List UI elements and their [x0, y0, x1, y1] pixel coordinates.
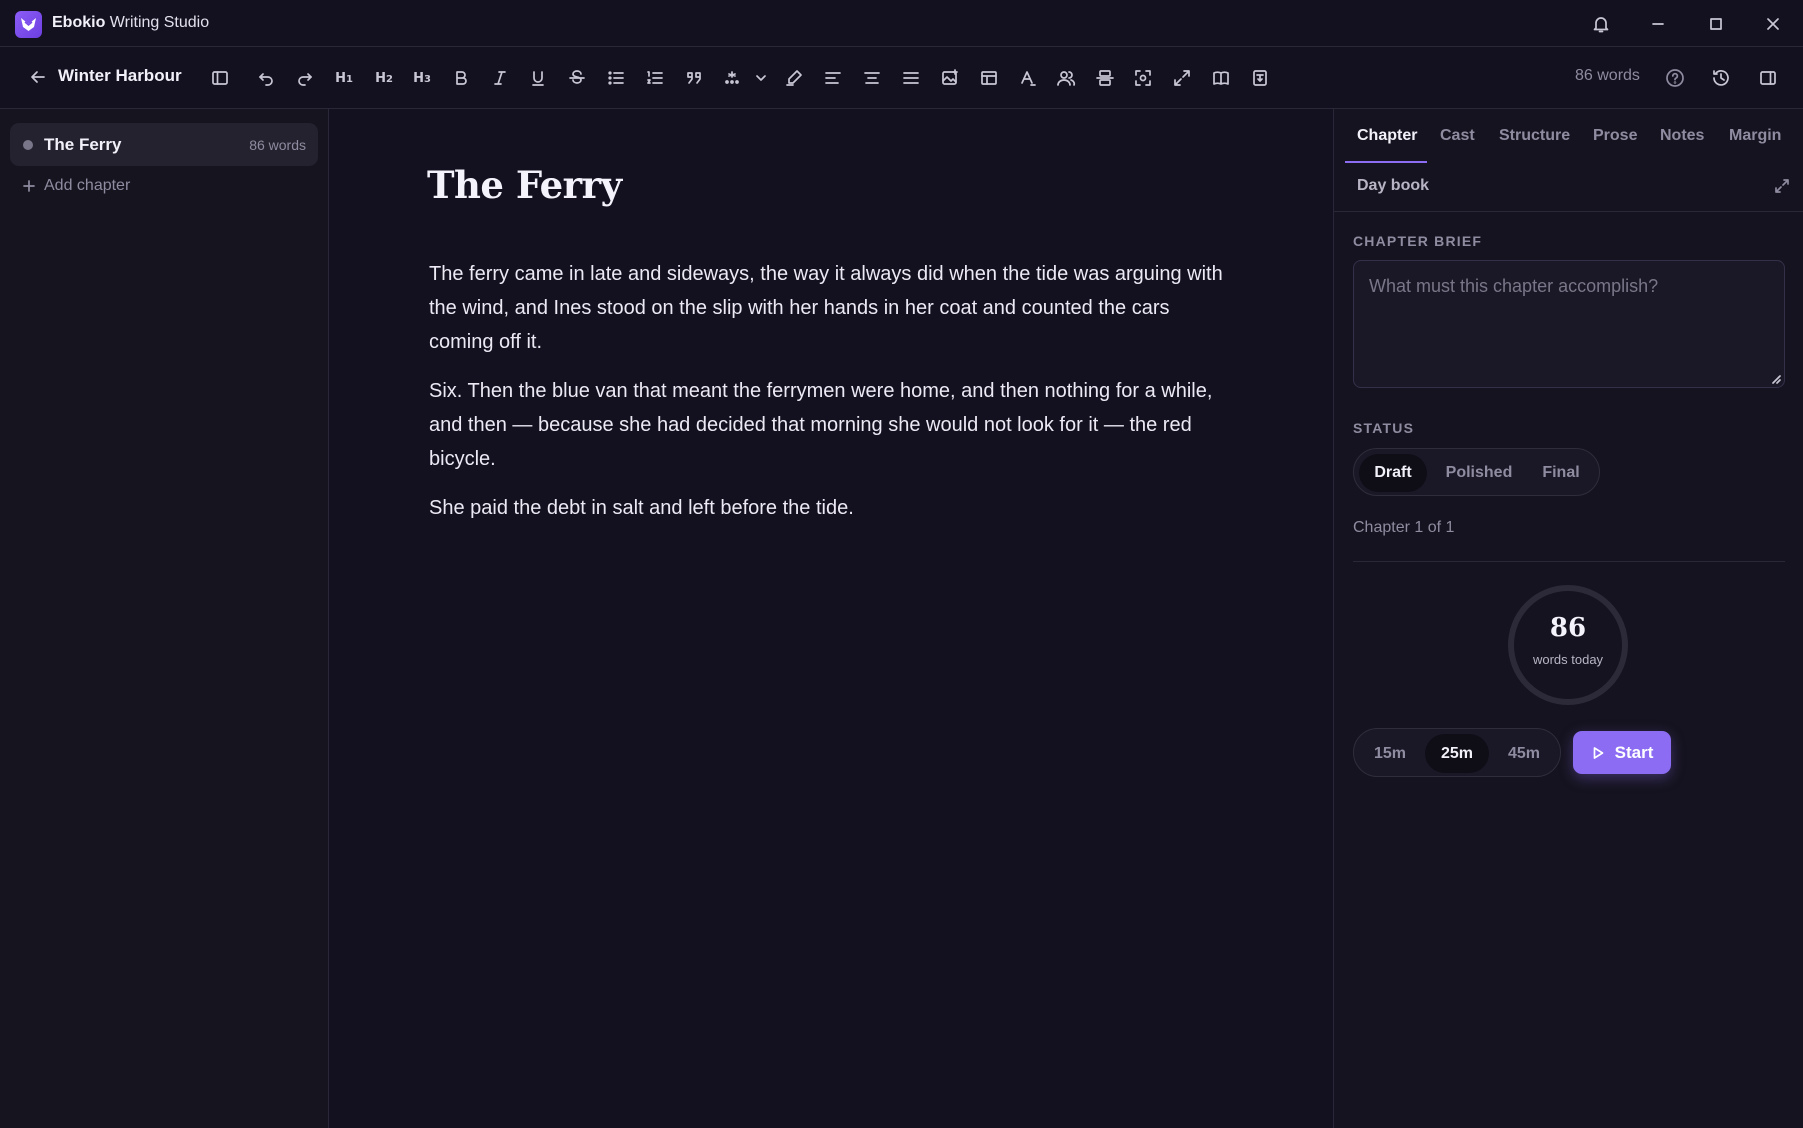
tab-margin[interactable]: Margin [1729, 127, 1781, 145]
chapter-title[interactable]: The Ferry [427, 163, 622, 207]
plus-icon [23, 180, 35, 192]
paragraph[interactable]: She paid the debt in salt and left befor… [429, 491, 1229, 525]
heading-1-level: 1 [345, 73, 353, 85]
insert-image-icon[interactable] [937, 65, 963, 91]
highlighter-icon[interactable] [781, 65, 807, 91]
daily-progress-ring [1508, 585, 1628, 705]
status-selector: Draft Polished Final [1353, 448, 1600, 496]
add-chapter-button[interactable]: Add chapter [22, 177, 130, 195]
back-arrow-icon[interactable] [28, 67, 50, 89]
tab-prose[interactable]: Prose [1593, 127, 1637, 145]
minimize-icon[interactable] [1646, 12, 1670, 36]
tab-chapter[interactable]: Chapter [1357, 127, 1417, 145]
scene-break-icon[interactable] [719, 65, 745, 91]
table-icon[interactable] [976, 65, 1002, 91]
history-icon[interactable] [1708, 65, 1734, 91]
undo-icon[interactable] [253, 65, 279, 91]
chapter-panel: Chapter Cast Structure Prose Notes Margi… [1333, 109, 1803, 1128]
quote-icon[interactable] [681, 65, 707, 91]
word-count: 86 words [1575, 67, 1640, 84]
close-icon[interactable] [1761, 12, 1785, 36]
divider [1334, 211, 1803, 212]
chapter-position: Chapter 1 of 1 [1353, 519, 1455, 536]
toggle-sidebar-icon[interactable] [207, 65, 233, 91]
heading-3-button[interactable]: H3 [409, 65, 435, 91]
tab-cast[interactable]: Cast [1440, 127, 1475, 145]
chapter-item[interactable]: The Ferry 86 words [10, 123, 318, 166]
timer-15m[interactable]: 15m [1358, 734, 1422, 773]
tab-notes[interactable]: Notes [1660, 127, 1704, 145]
underline-icon[interactable] [525, 65, 551, 91]
focus-mode-icon[interactable] [1130, 65, 1156, 91]
characters-icon[interactable] [1053, 65, 1079, 91]
divider [1353, 561, 1785, 562]
maximize-icon[interactable] [1704, 12, 1728, 36]
active-tab-indicator [1345, 161, 1427, 163]
timer-25m[interactable]: 25m [1425, 734, 1489, 773]
help-icon[interactable] [1662, 65, 1688, 91]
bell-icon[interactable] [1589, 12, 1613, 36]
status-label: STATUS [1353, 420, 1415, 436]
editor-pane[interactable]: The Ferry The ferry came in late and sid… [330, 109, 1333, 1128]
status-final[interactable]: Final [1530, 454, 1592, 492]
tab-structure[interactable]: Structure [1499, 127, 1570, 145]
heading-1-letter: H [335, 70, 346, 86]
editor-body[interactable]: The ferry came in late and sideways, the… [429, 257, 1229, 540]
text-style-icon[interactable] [1015, 65, 1041, 91]
heading-2-button[interactable]: H2 [371, 65, 397, 91]
heading-2-letter: H [375, 70, 386, 86]
status-draft[interactable]: Draft [1359, 454, 1427, 492]
fullscreen-icon[interactable] [1169, 65, 1195, 91]
heading-3-level: 3 [423, 73, 431, 85]
start-timer-button[interactable]: Start [1573, 731, 1671, 774]
chapter-name: The Ferry [44, 135, 122, 154]
export-document-icon[interactable] [1247, 65, 1273, 91]
chapter-brief-placeholder: What must this chapter accomplish? [1369, 276, 1659, 296]
bullet-list-icon[interactable] [603, 65, 629, 91]
paragraph[interactable]: Six. Then the blue van that meant the fe… [429, 374, 1229, 476]
chapter-brief-label: CHAPTER BRIEF [1353, 233, 1483, 249]
chapter-word-count: 86 words [249, 137, 306, 153]
start-label: Start [1614, 742, 1654, 762]
timer-45m[interactable]: 45m [1492, 734, 1556, 773]
align-justify-icon[interactable] [898, 65, 924, 91]
redo-icon[interactable] [292, 65, 318, 91]
words-today-count: 86 [1549, 613, 1587, 643]
section-break-icon[interactable] [1092, 65, 1118, 91]
add-chapter-label: Add chapter [44, 177, 131, 194]
title-bar: Ebokio Writing Studio [0, 0, 1803, 47]
heading-1-button[interactable]: H1 [331, 65, 357, 91]
app-name: Ebokio Writing Studio [52, 14, 209, 32]
app-logo-icon [15, 11, 42, 38]
document-title[interactable]: Winter Harbour [58, 66, 182, 86]
app-brand: Ebokio [52, 14, 106, 31]
align-center-icon[interactable] [859, 65, 885, 91]
chapter-status-dot [23, 140, 33, 150]
numbered-list-icon[interactable] [642, 65, 668, 91]
editor-toolbar: Winter Harbour H1 H2 H3 86 words [0, 47, 1803, 109]
strikethrough-icon[interactable] [564, 65, 590, 91]
reader-view-icon[interactable] [1208, 65, 1234, 91]
chevron-down-icon[interactable] [749, 65, 773, 91]
bold-icon[interactable] [448, 65, 474, 91]
italic-icon[interactable] [487, 65, 513, 91]
heading-2-level: 2 [385, 73, 393, 85]
heading-3-letter: H [413, 70, 424, 86]
app-subtitle: Writing Studio [109, 14, 210, 31]
timer-selector: 15m 25m 45m [1353, 728, 1561, 777]
words-today-label: words today [1532, 652, 1604, 667]
status-polished[interactable]: Polished [1432, 454, 1526, 492]
toggle-right-panel-icon[interactable] [1755, 65, 1781, 91]
chapter-brief-input[interactable]: What must this chapter accomplish? [1353, 260, 1785, 388]
align-left-icon[interactable] [820, 65, 846, 91]
resize-handle-icon[interactable] [1771, 374, 1781, 384]
subtab-day-book[interactable]: Day book [1357, 177, 1429, 195]
expand-icon[interactable] [1773, 177, 1791, 195]
play-icon [1593, 746, 1603, 759]
chapter-sidebar: The Ferry 86 words Add chapter [0, 109, 329, 1128]
paragraph[interactable]: The ferry came in late and sideways, the… [429, 257, 1229, 359]
panel-tabs: Chapter Cast Structure Prose Notes Margi… [1334, 109, 1803, 163]
